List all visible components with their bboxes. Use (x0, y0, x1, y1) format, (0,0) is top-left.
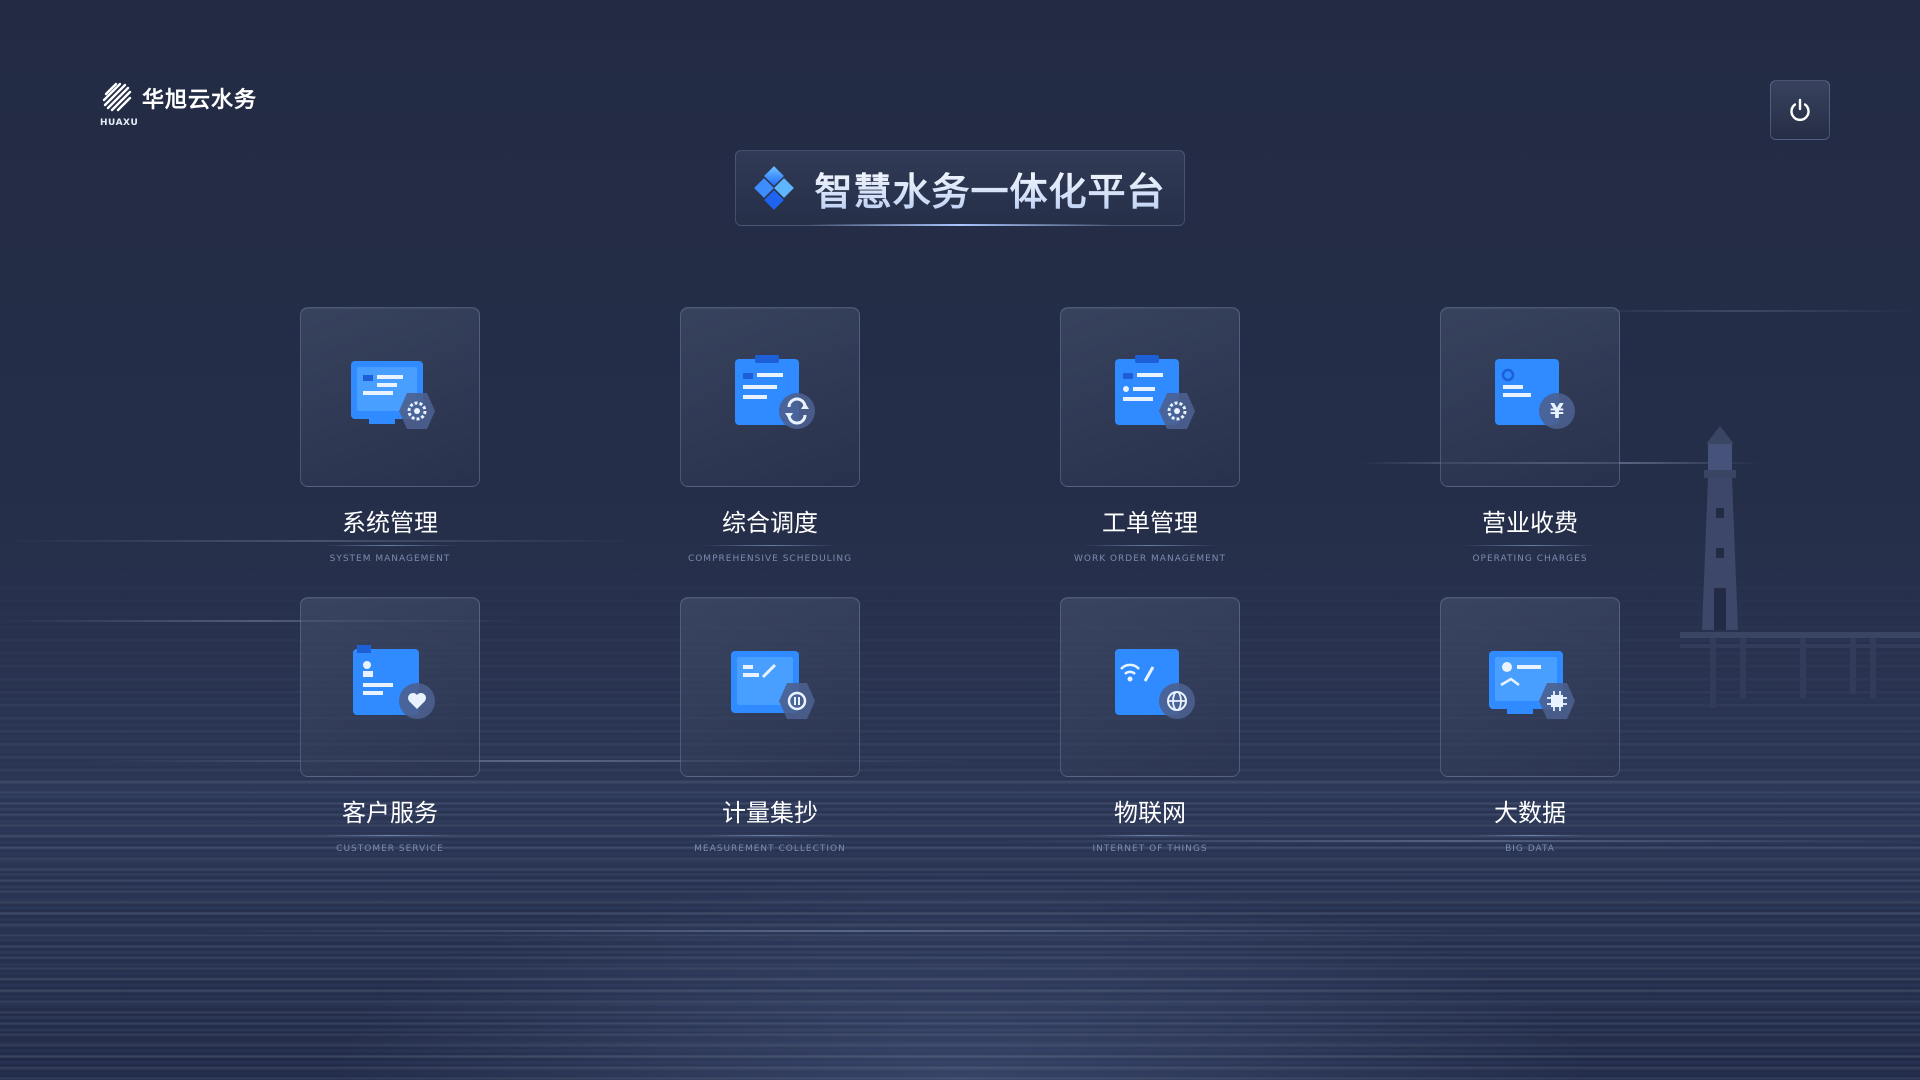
brand-logo: 华旭云水务 HUAXU (100, 80, 258, 128)
module-comprehensive-scheduling[interactable]: 综合调度 COMPREHENSIVE SCHEDULING (680, 307, 860, 564)
module-tile[interactable] (1060, 307, 1240, 487)
svg-text:¥: ¥ (1550, 399, 1564, 423)
module-tile[interactable] (300, 597, 480, 777)
module-system-management[interactable]: 系统管理 SYSTEM MANAGEMENT (300, 307, 480, 564)
module-operating-charges[interactable]: ¥ 营业收费 OPERATING CHARGES (1440, 307, 1620, 564)
module-label: 营业收费 (1462, 503, 1598, 546)
module-tile[interactable] (680, 307, 860, 487)
module-sub: WORK ORDER MANAGEMENT (1073, 554, 1227, 564)
module-label: 工单管理 (1082, 503, 1218, 546)
module-tile[interactable] (1440, 597, 1620, 777)
module-tile[interactable]: ¥ (1440, 307, 1620, 487)
module-sub: OPERATING CHARGES (1472, 554, 1588, 564)
pier-icon (1680, 632, 1920, 708)
module-tile[interactable] (680, 597, 860, 777)
monitor-chip-icon (1489, 651, 1575, 719)
logo-mark-icon (102, 82, 132, 112)
module-measurement-collection[interactable]: 计量集抄 MEASUREMENT COLLECTION (680, 597, 860, 854)
document-heart-icon (353, 645, 435, 719)
module-customer-service[interactable]: 客户服务 CUSTOMER SERVICE (300, 597, 480, 854)
monitor-gear-icon (351, 361, 435, 429)
power-icon (1790, 98, 1810, 122)
module-tile[interactable] (300, 307, 480, 487)
module-label: 物联网 (1094, 793, 1206, 836)
document-meter-icon (731, 651, 815, 719)
clipboard-sync-icon (735, 355, 815, 429)
brand-name: 华旭云水务 (142, 88, 258, 113)
module-label: 综合调度 (702, 503, 838, 546)
lighthouse-icon (1702, 426, 1738, 630)
launcher-screen: 华旭云水务 HUAXU 智慧水务一体化平台 系统管理 SYSTEM MANAGE… (0, 0, 1920, 1080)
module-sub: COMPREHENSIVE SCHEDULING (687, 554, 853, 564)
module-sub: CUSTOMER SERVICE (336, 844, 444, 854)
brand-sub: HUAXU (100, 118, 139, 128)
platform-title: 智慧水务一体化平台 (814, 161, 1165, 216)
platform-title-box: 智慧水务一体化平台 (735, 150, 1185, 226)
diamond-logo-icon (754, 166, 795, 210)
module-sub: BIG DATA (1505, 844, 1555, 854)
device-globe-icon (1115, 649, 1195, 719)
module-big-data[interactable]: 大数据 BIG DATA (1440, 597, 1620, 854)
light-streak (200, 930, 1500, 932)
module-sub: MEASUREMENT COLLECTION (694, 844, 846, 854)
module-sub: SYSTEM MANAGEMENT (329, 554, 451, 564)
clipboard-gear-icon (1115, 355, 1195, 429)
module-label: 大数据 (1474, 793, 1586, 836)
document-yen-icon: ¥ (1495, 359, 1575, 429)
module-work-order-management[interactable]: 工单管理 WORK ORDER MANAGEMENT (1060, 307, 1240, 564)
module-label: 计量集抄 (702, 793, 838, 836)
module-label: 系统管理 (322, 503, 458, 546)
module-label: 客户服务 (322, 793, 458, 836)
module-internet-of-things[interactable]: 物联网 INTERNET OF THINGS (1060, 597, 1240, 854)
module-sub: INTERNET OF THINGS (1092, 844, 1208, 854)
module-tile[interactable] (1060, 597, 1240, 777)
power-button[interactable] (1770, 80, 1830, 140)
